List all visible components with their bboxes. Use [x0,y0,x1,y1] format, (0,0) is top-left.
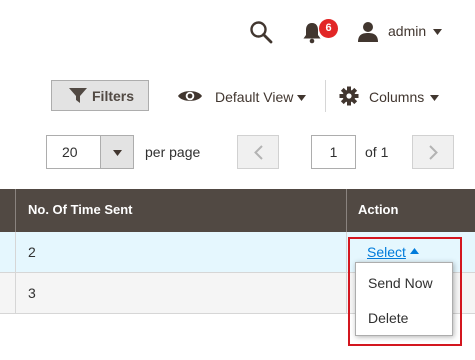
cell-separator [15,232,16,273]
current-page-input[interactable]: 1 [311,135,356,169]
column-separator [346,189,347,232]
per-page-label: per page [145,144,201,160]
current-page-value: 1 [329,144,338,160]
cell-separator [15,273,16,314]
per-page-value: 20 [62,144,78,160]
next-page-button[interactable] [412,135,454,169]
notification-count-badge: 6 [319,19,338,38]
column-header-times-sent[interactable]: No. Of Time Sent [28,202,133,217]
per-page-select[interactable]: 20 [46,135,101,169]
eye-icon [178,91,202,101]
admin-user-menu[interactable]: admin [357,19,447,45]
columns-dropdown[interactable]: Columns [339,84,449,110]
notifications-button[interactable]: 6 [302,19,338,45]
filters-label: Filters [92,88,135,104]
total-pages-label: of 1 [365,144,389,160]
column-separator [15,189,16,232]
funnel-icon [69,88,87,103]
caret-down-icon [430,95,439,101]
highlight-annotation-box [348,237,462,346]
gear-icon [339,86,359,106]
caret-down-icon [297,95,306,101]
search-icon[interactable] [249,20,273,44]
toolbar-divider [325,80,326,112]
times-sent-cell: 2 [28,244,36,260]
cell-separator [346,273,347,314]
cell-separator [346,232,347,273]
caret-down-icon [113,150,122,156]
table-header: No. Of Time Sent Action [0,189,475,232]
columns-label: Columns [369,89,425,105]
chevron-left-icon [254,145,263,160]
column-header-action: Action [358,202,399,217]
view-label: Default View [215,89,294,105]
caret-down-icon [433,29,442,35]
previous-page-button[interactable] [237,135,279,169]
filters-button[interactable]: Filters [51,80,149,111]
per-page-toggle-button[interactable] [100,135,134,169]
admin-username: admin [388,23,427,39]
times-sent-cell: 3 [28,285,36,301]
user-icon [358,22,378,42]
chevron-right-icon [429,145,438,160]
default-view-dropdown[interactable]: Default View [177,84,309,110]
